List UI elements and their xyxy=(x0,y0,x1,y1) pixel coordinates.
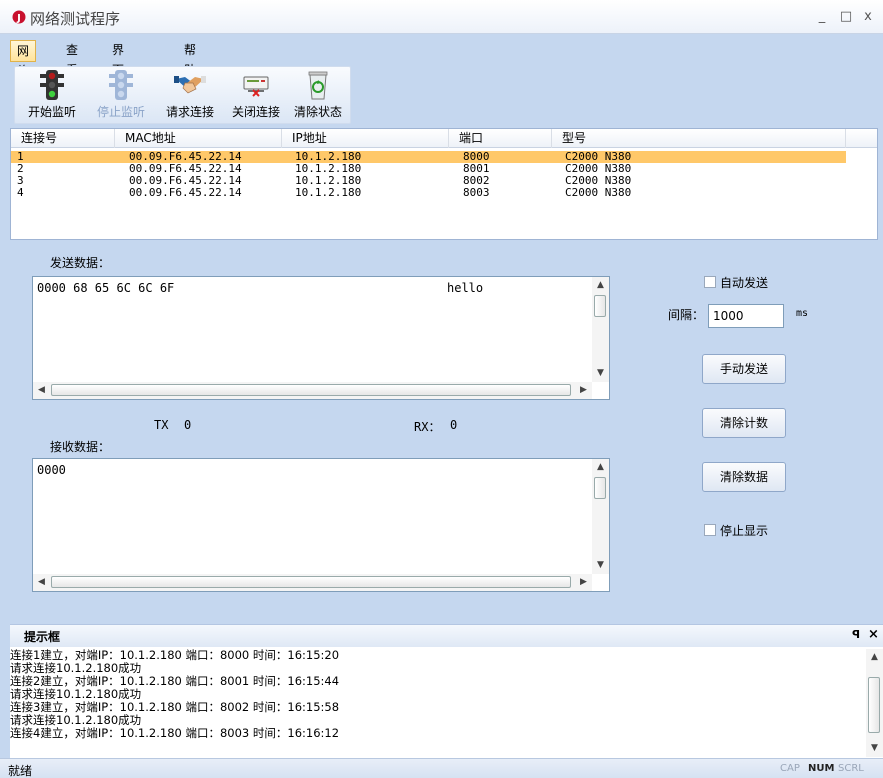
title-bar: J 网络测试程序 _ □ x xyxy=(0,0,883,34)
minimize-button[interactable]: _ xyxy=(814,9,830,24)
tx-label: TX xyxy=(154,418,169,432)
send-data-textbox[interactable]: 0000 68 65 6C 6C 6F hello ▲ ▼ ◀ ▶ xyxy=(32,276,610,400)
connection-table: 连接号 MAC地址 IP地址 端口 型号 1 00.09.F6.45.22.14… xyxy=(10,128,878,240)
cell-ip: 10.1.2.180 xyxy=(295,186,362,199)
scroll-down-arrow-icon[interactable]: ▼ xyxy=(592,365,609,382)
cell-connection-id: 4 xyxy=(17,186,24,199)
cell-model: C2000 N380 xyxy=(565,186,632,199)
scroll-lock-indicator: SCRL xyxy=(838,763,864,774)
menu-help[interactable]: 帮助 xyxy=(178,40,202,77)
menu-network[interactable]: 网络 xyxy=(10,40,37,78)
prompt-vertical-scrollbar[interactable]: ▲ ▼ xyxy=(866,649,883,757)
stop-display-label: 停止显示 xyxy=(720,524,769,538)
start-listen-button[interactable]: 开始监听 xyxy=(23,69,81,123)
send-data-label: 发送数据： xyxy=(50,256,111,270)
menu-view[interactable]: 查看 xyxy=(60,40,84,77)
scroll-thumb[interactable] xyxy=(51,384,571,396)
close-connect-button[interactable]: 关闭连接 xyxy=(227,69,285,123)
rx-label: RX： xyxy=(414,420,441,434)
tx-count: 0 xyxy=(184,418,192,432)
column-model[interactable]: 型号 xyxy=(552,129,846,148)
num-lock-indicator: NUM xyxy=(808,763,835,774)
toolbar: 开始监听 停止监听 请求连接 关闭连接 清除状态 xyxy=(14,66,351,124)
cell-mac: 00.09.F6.45.22.14 xyxy=(129,186,242,199)
scroll-thumb[interactable] xyxy=(594,295,606,317)
column-ip-address[interactable]: IP地址 xyxy=(282,129,449,148)
window-title: 网络测试程序 xyxy=(30,10,121,28)
request-connect-label: 请求连接 xyxy=(165,105,214,119)
pin-icon[interactable]: ꟼ xyxy=(852,628,860,641)
prompt-log: 连接1建立，对端IP：10.1.2.180 端口：8000 时间：16:15:2… xyxy=(10,649,865,757)
column-mac-address[interactable]: MAC地址 xyxy=(115,129,282,148)
auto-send-label: 自动发送 xyxy=(720,276,769,290)
prompt-pane: 提示框 ꟼ × 连接1建立，对端IP：10.1.2.180 端口：8000 时间… xyxy=(10,624,883,758)
maximize-button[interactable]: □ xyxy=(838,9,854,24)
close-connect-label: 关闭连接 xyxy=(231,105,280,119)
caps-lock-indicator: CAP xyxy=(780,763,800,774)
scroll-down-arrow-icon[interactable]: ▼ xyxy=(592,557,609,574)
scroll-down-arrow-icon[interactable]: ▼ xyxy=(866,740,883,757)
traffic-light-icon xyxy=(40,70,64,100)
status-bar: 就绪 CAP NUM SCRL xyxy=(0,758,883,778)
traffic-light-disabled-icon xyxy=(109,70,133,100)
svg-text:J: J xyxy=(16,13,21,24)
receive-horizontal-scrollbar[interactable]: ◀ ▶ xyxy=(33,574,592,591)
status-text: 就绪 xyxy=(8,764,33,778)
receive-vertical-scrollbar[interactable]: ▲ ▼ xyxy=(592,459,609,574)
scroll-thumb[interactable] xyxy=(51,576,571,588)
column-port[interactable]: 端口 xyxy=(449,129,552,148)
scroll-up-arrow-icon[interactable]: ▲ xyxy=(592,277,609,294)
manual-send-button[interactable]: 手动发送 xyxy=(702,354,786,384)
log-line: 连接4建立，对端IP：10.1.2.180 端口：8003 时间：16:16:1… xyxy=(10,726,340,740)
rx-count: 0 xyxy=(450,418,458,432)
app-logo-icon: J xyxy=(12,10,26,24)
interval-input[interactable]: 1000 xyxy=(708,304,784,328)
send-ascii-text: hello xyxy=(447,281,484,295)
send-hex-text: 0000 68 65 6C 6C 6F xyxy=(37,281,175,295)
start-listen-label: 开始监听 xyxy=(27,105,76,119)
handshake-icon xyxy=(174,76,206,94)
cell-port: 8003 xyxy=(463,186,490,199)
request-connect-button[interactable]: 请求连接 xyxy=(161,69,219,123)
receive-data-label: 接收数据： xyxy=(50,440,111,454)
clear-data-button[interactable]: 清除数据 xyxy=(702,462,786,492)
scroll-up-arrow-icon[interactable]: ▲ xyxy=(866,649,883,666)
interval-unit: ms xyxy=(796,308,809,319)
clear-count-button[interactable]: 清除计数 xyxy=(702,408,786,438)
scroll-thumb[interactable] xyxy=(594,477,606,499)
clear-status-button[interactable]: 清除状态 xyxy=(289,69,347,123)
table-row[interactable]: 4 00.09.F6.45.22.14 10.1.2.180 8003 C200… xyxy=(11,187,846,199)
scroll-up-arrow-icon[interactable]: ▲ xyxy=(592,459,609,476)
recycle-bin-icon xyxy=(308,71,328,100)
scroll-left-arrow-icon[interactable]: ◀ xyxy=(33,574,50,591)
receive-data-textbox[interactable]: 0000 ▲ ▼ ◀ ▶ xyxy=(32,458,610,592)
stop-display-checkbox[interactable] xyxy=(704,524,716,536)
receive-text: 0000 xyxy=(37,463,66,477)
close-button[interactable]: x xyxy=(860,9,876,24)
auto-send-checkbox[interactable] xyxy=(704,276,716,288)
scroll-right-arrow-icon[interactable]: ▶ xyxy=(575,574,592,591)
send-vertical-scrollbar[interactable]: ▲ ▼ xyxy=(592,277,609,382)
scroll-right-arrow-icon[interactable]: ▶ xyxy=(575,382,592,399)
stop-listen-button[interactable]: 停止监听 xyxy=(93,69,149,123)
prompt-close-icon[interactable]: × xyxy=(868,627,879,642)
prompt-title: 提示框 xyxy=(24,630,61,644)
clear-status-label: 清除状态 xyxy=(293,105,342,119)
stop-listen-label: 停止监听 xyxy=(96,105,145,119)
column-connection-id[interactable]: 连接号 xyxy=(11,129,115,148)
scroll-thumb[interactable] xyxy=(868,677,880,733)
prompt-header: 提示框 ꟼ × xyxy=(10,625,883,647)
disconnect-icon xyxy=(243,76,269,97)
menu-theme[interactable]: 界面风格 xyxy=(106,40,130,117)
connection-table-header: 连接号 MAC地址 IP地址 端口 型号 xyxy=(11,129,877,148)
interval-label: 间隔： xyxy=(668,308,705,322)
data-panel: 发送数据： 0000 68 65 6C 6C 6F hello ▲ ▼ ◀ ▶ … xyxy=(10,242,878,616)
send-horizontal-scrollbar[interactable]: ◀ ▶ xyxy=(33,382,592,399)
scroll-left-arrow-icon[interactable]: ◀ xyxy=(33,382,50,399)
